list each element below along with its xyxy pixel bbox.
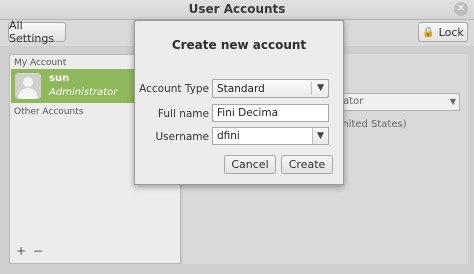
cancel-button[interactable]: Cancel (224, 155, 276, 174)
my-account-heading: My Account (14, 58, 67, 68)
username-label: Username (155, 131, 209, 143)
close-icon[interactable]: ✕ (454, 2, 468, 16)
create-account-dialog: Create new account Account Type Standard… (134, 20, 344, 185)
language-value-partial: United States) (335, 119, 407, 130)
sidebar-toolbar: + − (9, 242, 181, 262)
window-title: User Accounts (188, 2, 286, 16)
full-name-label: Full name (157, 108, 209, 120)
full-name-field[interactable] (212, 104, 329, 122)
account-type-value: Standard (217, 83, 265, 95)
remove-account-button[interactable]: − (31, 244, 45, 258)
user-name: sun (49, 73, 70, 84)
user-avatar-icon (15, 73, 41, 99)
username-combo[interactable]: ▼ (212, 127, 329, 145)
add-account-button[interactable]: + (14, 244, 28, 258)
chevron-down-icon: ▼ (317, 83, 324, 93)
account-type-select[interactable]: Standard ▼ (212, 79, 329, 98)
user-role: Administrator (49, 87, 118, 98)
lock-icon: 🔒 (422, 26, 435, 38)
chevron-down-icon: ▼ (449, 97, 456, 106)
lock-button[interactable]: 🔒 Lock (418, 22, 468, 42)
other-accounts-heading: Other Accounts (14, 107, 84, 117)
full-name-input[interactable] (213, 105, 328, 121)
dialog-title: Create new account (171, 38, 307, 52)
window-titlebar: User Accounts ✕ (0, 0, 474, 20)
account-type-dropdown-background: rator ▼ (330, 93, 460, 111)
account-type-label: Account Type (139, 83, 209, 95)
create-button[interactable]: Create (281, 155, 333, 174)
username-input[interactable] (213, 128, 328, 144)
lock-label: Lock (438, 25, 464, 39)
chevron-down-icon[interactable]: ▼ (312, 128, 328, 144)
all-settings-button[interactable]: All Settings (8, 19, 66, 45)
